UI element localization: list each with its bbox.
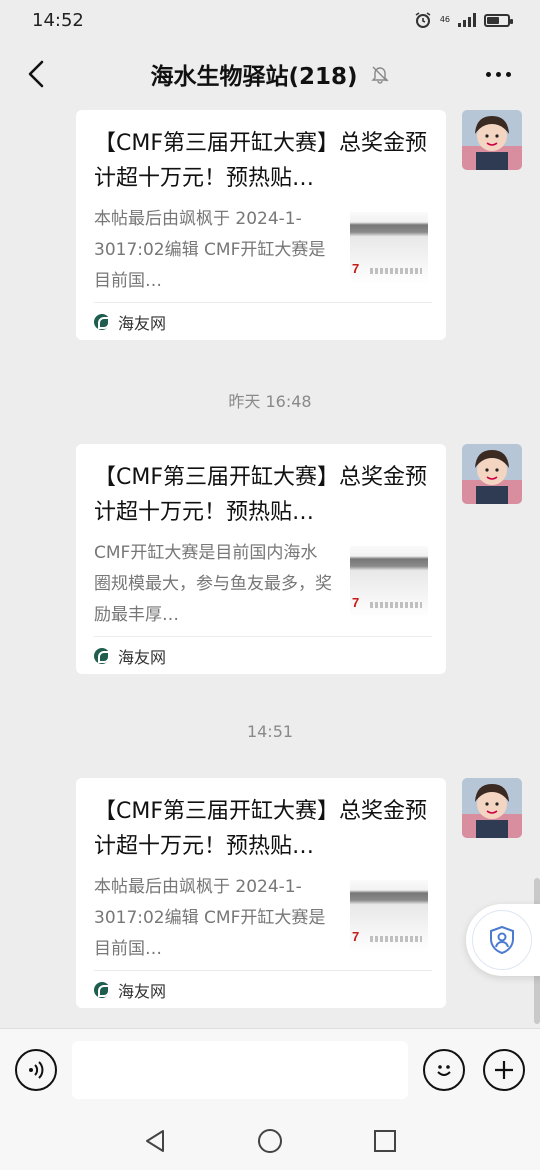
card-description: 本帖最后由飒枫于 2024-1-3017:02编辑 CMF开缸大赛是目前国… (94, 209, 326, 291)
plus-button[interactable] (483, 1049, 525, 1091)
status-icons: 46 (414, 11, 513, 29)
link-card[interactable]: 【CMF第三届开缸大赛】总奖金预计超十万元！预热贴… 本帖最后由飒枫于 2024… (76, 110, 446, 340)
card-source: 海友网 (94, 302, 432, 340)
card-body: 本帖最后由飒枫于 2024-1-3017:02编辑 CMF开缸大赛是目前国… 7 (94, 208, 428, 292)
system-nav-bar (0, 1110, 540, 1170)
emoji-icon (437, 1065, 451, 1076)
back-button[interactable] (18, 54, 54, 94)
triangle-back-icon (146, 1130, 164, 1152)
nav-home-button[interactable] (255, 1126, 285, 1156)
avatar[interactable] (462, 778, 522, 838)
nav-recents-button[interactable] (370, 1126, 400, 1156)
card-body: 本帖最后由飒枫于 2024-1-3017:02编辑 CMF开缸大赛是目前国… 7 (94, 876, 428, 960)
status-time: 14:52 (32, 9, 84, 31)
card-description: 本帖最后由飒枫于 2024-1-3017:02编辑 CMF开缸大赛是目前国… (94, 877, 326, 959)
voice-icon (29, 1061, 44, 1079)
source-name: 海友网 (118, 981, 167, 1001)
card-thumbnail: 7 (350, 546, 428, 618)
plus-icon (495, 1061, 513, 1079)
link-card[interactable]: 【CMF第三届开缸大赛】总奖金预计超十万元！预热贴… 本帖最后由飒枫于 2024… (76, 778, 446, 1008)
card-title: 【CMF第三届开缸大赛】总奖金预计超十万元！预热贴… (94, 131, 427, 191)
network-type: 46 (439, 15, 450, 24)
card-title: 【CMF第三届开缸大赛】总奖金预计超十万元！预热贴… (94, 465, 427, 525)
chat-header: 海水生物驿站(218) (0, 40, 540, 108)
timestamp: 14:51 (246, 722, 294, 741)
emoji-button[interactable] (423, 1049, 465, 1091)
signal-icon (458, 13, 476, 27)
chat-title: 海水生物驿站(218) (150, 64, 358, 90)
avatar-image (462, 778, 522, 838)
floating-security-button[interactable] (466, 904, 540, 976)
card-source: 海友网 (94, 970, 432, 1008)
input-bar (0, 1028, 540, 1110)
shield-person-icon (490, 925, 514, 955)
card-source: 海友网 (94, 636, 432, 674)
avatar[interactable] (462, 110, 522, 170)
card-thumbnail: 7 (350, 880, 428, 952)
voice-button[interactable] (15, 1049, 57, 1091)
avatar-image (462, 444, 522, 504)
source-logo-icon (94, 313, 110, 330)
source-logo-icon (94, 981, 110, 998)
nav-back-button[interactable] (140, 1126, 170, 1156)
card-body: CMF开缸大赛是目前国内海水圈规模最大，参与鱼友最多，奖励最丰厚… 7 (94, 542, 428, 626)
alarm-icon (415, 12, 431, 28)
square-recents-icon (374, 1130, 396, 1152)
link-card[interactable]: 【CMF第三届开缸大赛】总奖金预计超十万元！预热贴… CMF开缸大赛是目前国内海… (76, 444, 446, 674)
more-dots-icon (485, 71, 491, 77)
battery-level (487, 16, 500, 24)
title-wrap: 海水生物驿站(218) (150, 57, 389, 91)
status-bar: 14:52 46 (0, 0, 540, 40)
avatar-image (462, 110, 522, 170)
more-button[interactable] (478, 54, 518, 94)
message-input[interactable] (72, 1041, 408, 1099)
source-name: 海友网 (118, 647, 167, 667)
card-title: 【CMF第三届开缸大赛】总奖金预计超十万元！预热贴… (94, 799, 427, 859)
chevron-left-icon (28, 60, 44, 88)
circle-home-icon (258, 1129, 282, 1153)
source-name: 海友网 (118, 313, 167, 333)
bell-off-icon (370, 66, 389, 84)
battery-icon (484, 13, 513, 27)
card-description: CMF开缸大赛是目前国内海水圈规模最大，参与鱼友最多，奖励最丰厚… (94, 543, 332, 625)
avatar[interactable] (462, 444, 522, 504)
source-logo-icon (94, 647, 110, 664)
timestamp: 昨天 16:48 (228, 392, 312, 411)
card-thumbnail: 7 (350, 212, 428, 284)
